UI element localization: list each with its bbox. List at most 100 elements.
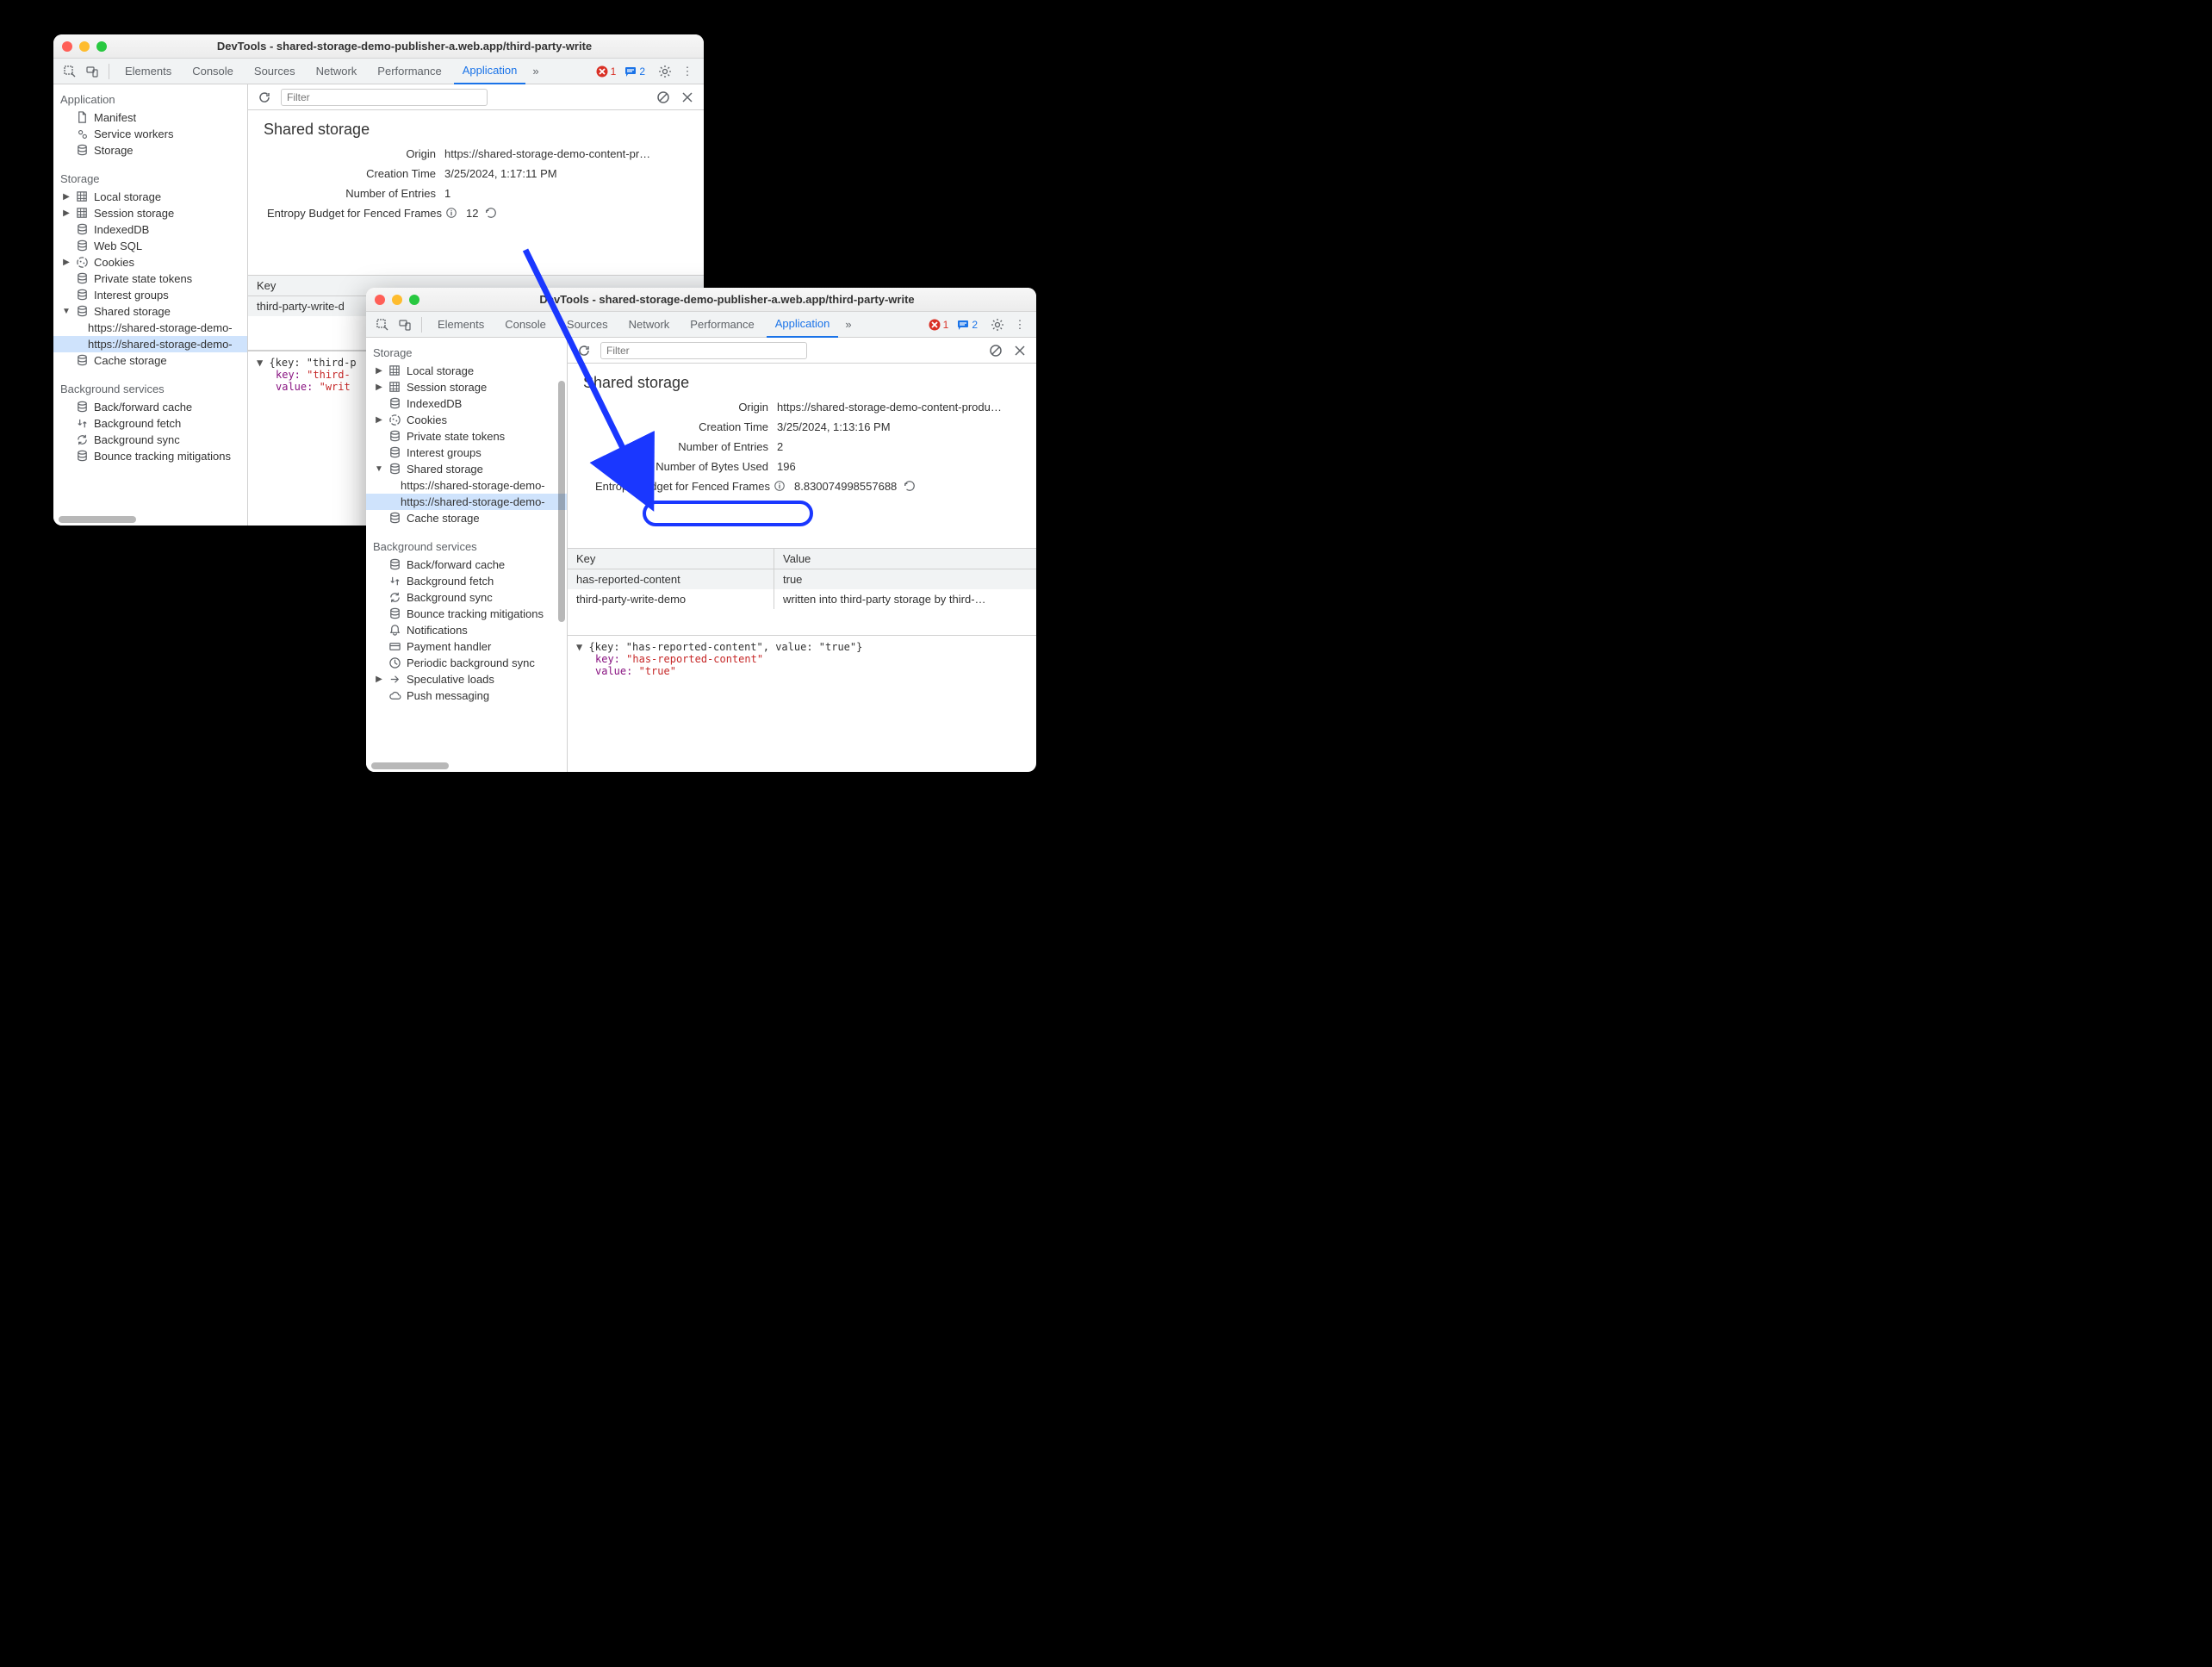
sidebar-vertical-scrollbar[interactable] [558, 381, 565, 622]
sidebar-item-private-state-tokens[interactable]: Private state tokens [53, 271, 247, 287]
sidebar-horizontal-scrollbar[interactable] [59, 516, 136, 523]
sidebar-item-websql[interactable]: Web SQL [53, 238, 247, 254]
expand-icon[interactable]: ▶ [375, 675, 383, 684]
tab-performance[interactable]: Performance [369, 59, 450, 84]
sidebar-item-interest-groups[interactable]: Interest groups [53, 287, 247, 303]
tab-sources[interactable]: Sources [245, 59, 304, 84]
settings-icon[interactable] [988, 315, 1007, 334]
clear-icon[interactable] [988, 343, 1003, 358]
sidebar-item-local-storage[interactable]: ▶Local storage [366, 363, 567, 379]
sidebar-item-indexeddb[interactable]: IndexedDB [53, 221, 247, 238]
sidebar-item-cookies[interactable]: ▶Cookies [366, 412, 567, 428]
sidebar-item-session-storage[interactable]: ▶Session storage [366, 379, 567, 395]
sidebar-item-payment-handler[interactable]: Payment handler [366, 638, 567, 655]
tab-network[interactable]: Network [620, 312, 679, 338]
settings-icon[interactable] [656, 62, 674, 81]
tab-network[interactable]: Network [308, 59, 366, 84]
expand-icon[interactable]: ▶ [375, 366, 383, 376]
shared-storage-origin-0[interactable]: https://shared-storage-demo- [53, 320, 247, 336]
sidebar-item-periodic-sync[interactable]: Periodic background sync [366, 655, 567, 671]
reset-entropy-icon[interactable] [485, 207, 497, 219]
sidebar-item-bg-fetch[interactable]: Background fetch [366, 573, 567, 589]
shared-storage-origin-0[interactable]: https://shared-storage-demo- [366, 477, 567, 494]
collapse-icon[interactable]: ▼ [375, 464, 383, 474]
sidebar-item-cache-storage[interactable]: Cache storage [366, 510, 567, 526]
collapse-icon[interactable]: ▼ [62, 307, 71, 316]
sidebar-item-local-storage[interactable]: ▶Local storage [53, 189, 247, 205]
tab-console[interactable]: Console [496, 312, 555, 338]
tab-sources[interactable]: Sources [558, 312, 617, 338]
clear-icon[interactable] [656, 90, 671, 105]
traffic-lights[interactable] [375, 295, 419, 305]
sidebar-item-interest-groups[interactable]: Interest groups [366, 445, 567, 461]
sidebar-horizontal-scrollbar[interactable] [371, 762, 449, 769]
sidebar-item-bg-sync[interactable]: Background sync [366, 589, 567, 606]
issues-badge[interactable]: 2 [624, 65, 645, 78]
shared-storage-origin-1[interactable]: https://shared-storage-demo- [53, 336, 247, 352]
table-row[interactable]: has-reported-contenttrue [568, 569, 1036, 589]
kebab-icon[interactable]: ⋮ [678, 62, 697, 81]
traffic-lights[interactable] [62, 41, 107, 52]
filter-input[interactable] [600, 342, 807, 359]
reload-icon[interactable] [576, 343, 592, 358]
zoom-dot[interactable] [96, 41, 107, 52]
tab-console[interactable]: Console [183, 59, 242, 84]
sidebar-item-bounce-tracking[interactable]: Bounce tracking mitigations [53, 448, 247, 464]
inspect-icon[interactable] [373, 315, 392, 334]
sidebar-item-bf-cache[interactable]: Back/forward cache [53, 399, 247, 415]
sidebar-item-cookies[interactable]: ▶Cookies [53, 254, 247, 271]
minimize-dot[interactable] [79, 41, 90, 52]
col-key[interactable]: Key [568, 549, 774, 569]
sidebar-item-speculative-loads[interactable]: ▶Speculative loads [366, 671, 567, 687]
sidebar-item-manifest[interactable]: Manifest [53, 109, 247, 126]
col-value[interactable]: Value [774, 549, 1036, 569]
tab-application[interactable]: Application [767, 312, 839, 338]
sidebar-item-cache-storage[interactable]: Cache storage [53, 352, 247, 369]
error-badge[interactable]: 1 [596, 65, 617, 78]
info-icon[interactable] [774, 480, 786, 492]
table-row[interactable]: third-party-write-demowritten into third… [568, 589, 1036, 609]
kv-origin: Originhttps://shared-storage-demo-conten… [248, 144, 704, 164]
tabs-overflow[interactable]: » [842, 312, 854, 338]
expand-icon[interactable]: ▶ [62, 192, 71, 202]
sidebar-item-bf-cache[interactable]: Back/forward cache [366, 557, 567, 573]
error-badge[interactable]: 1 [929, 319, 949, 331]
tab-elements[interactable]: Elements [429, 312, 493, 338]
close-icon[interactable] [680, 90, 695, 105]
expand-icon[interactable]: ▶ [62, 258, 71, 267]
sidebar-item-bg-sync[interactable]: Background sync [53, 432, 247, 448]
tabs-overflow[interactable]: » [529, 59, 542, 84]
sidebar-item-bg-fetch[interactable]: Background fetch [53, 415, 247, 432]
filter-input[interactable] [281, 89, 488, 106]
sidebar-item-service-workers[interactable]: Service workers [53, 126, 247, 142]
sidebar-item-notifications[interactable]: Notifications [366, 622, 567, 638]
issues-badge[interactable]: 2 [957, 319, 978, 331]
close-dot[interactable] [62, 41, 72, 52]
sidebar-item-session-storage[interactable]: ▶Session storage [53, 205, 247, 221]
sidebar-item-push-messaging[interactable]: Push messaging [366, 687, 567, 704]
reset-entropy-icon[interactable] [904, 480, 916, 492]
close-dot[interactable] [375, 295, 385, 305]
close-icon[interactable] [1012, 343, 1028, 358]
sidebar-item-shared-storage[interactable]: ▼Shared storage [53, 303, 247, 320]
expand-icon[interactable]: ▶ [375, 383, 383, 392]
reload-icon[interactable] [257, 90, 272, 105]
sidebar-item-shared-storage[interactable]: ▼Shared storage [366, 461, 567, 477]
inspect-icon[interactable] [60, 62, 79, 81]
sidebar-item-private-state-tokens[interactable]: Private state tokens [366, 428, 567, 445]
sidebar-item-indexeddb[interactable]: IndexedDB [366, 395, 567, 412]
zoom-dot[interactable] [409, 295, 419, 305]
tab-performance[interactable]: Performance [681, 312, 762, 338]
tab-application[interactable]: Application [454, 59, 526, 84]
sidebar-item-bounce-tracking[interactable]: Bounce tracking mitigations [366, 606, 567, 622]
expand-icon[interactable]: ▶ [375, 415, 383, 425]
kebab-icon[interactable]: ⋮ [1010, 315, 1029, 334]
minimize-dot[interactable] [392, 295, 402, 305]
shared-storage-origin-1[interactable]: https://shared-storage-demo- [366, 494, 567, 510]
info-icon[interactable] [445, 207, 457, 219]
expand-icon[interactable]: ▶ [62, 208, 71, 218]
tab-elements[interactable]: Elements [116, 59, 180, 84]
sidebar-item-storage[interactable]: Storage [53, 142, 247, 159]
device-icon[interactable] [83, 62, 102, 81]
device-icon[interactable] [395, 315, 414, 334]
